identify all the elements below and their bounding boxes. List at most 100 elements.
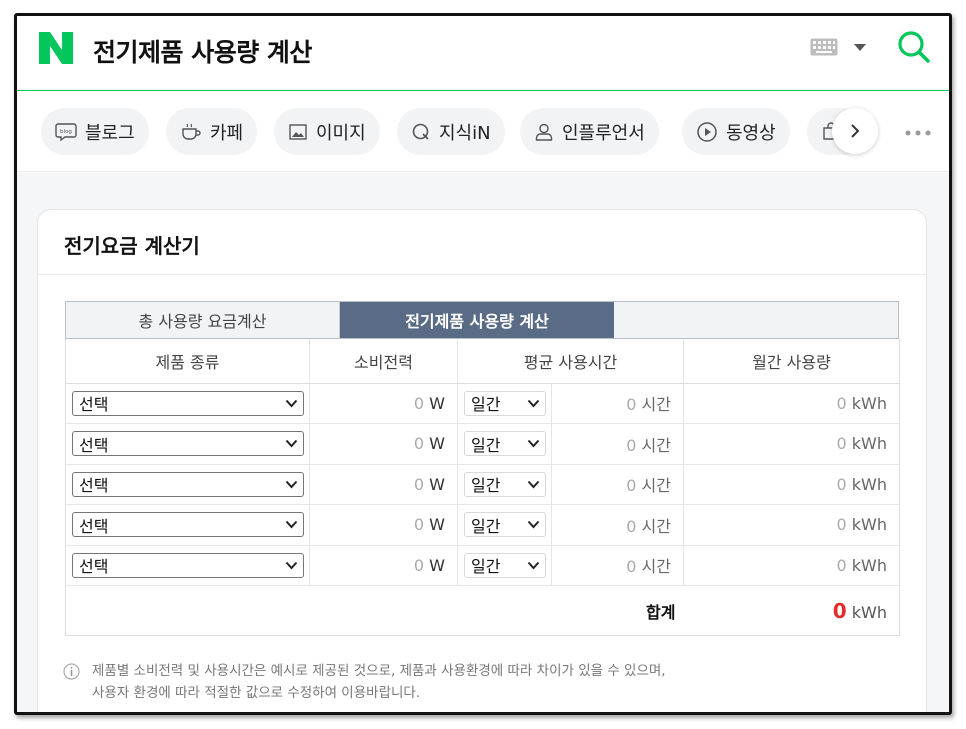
period-select[interactable]: 일간	[464, 471, 546, 497]
product-select[interactable]: 선택	[72, 431, 304, 457]
hours-unit: 시간	[641, 557, 671, 577]
period-select[interactable]: 일간	[464, 512, 546, 538]
total-label: 합계	[65, 585, 684, 636]
power-value: 0	[413, 474, 425, 494]
power-cell[interactable]: 0 W	[309, 504, 458, 546]
chevron-down-icon	[285, 480, 298, 489]
chevron-down-icon	[285, 521, 298, 529]
tab-kin[interactable]: 지식iN	[397, 108, 505, 155]
product-cell: 선택	[65, 545, 310, 586]
monthly-value: 0	[836, 515, 847, 535]
product-cell: 선택	[65, 464, 310, 505]
tab-bar-fill	[614, 302, 898, 338]
tab-video[interactable]: 동영상	[682, 108, 790, 155]
table-row: 선택 0 W 일간 0 시간 0 kWh	[65, 383, 900, 424]
total-cell: 0 kWh	[683, 585, 900, 636]
tab-blog[interactable]: blog 블로그	[41, 108, 149, 155]
product-select[interactable]: 선택	[72, 471, 304, 497]
tab-total-usage[interactable]: 총 사용량 요금계산	[66, 302, 340, 338]
power-cell[interactable]: 0 W	[309, 383, 458, 424]
hours-unit: 시간	[641, 476, 671, 496]
hours-cell[interactable]: 0 시간	[551, 464, 684, 505]
tab-label: 동영상	[726, 122, 776, 144]
power-cell[interactable]: 0 W	[309, 464, 458, 505]
monthly-cell: 0 kWh	[683, 423, 900, 465]
product-select-value: 선택	[79, 516, 109, 536]
svg-text:blog: blog	[60, 129, 72, 135]
search-header: 전기제품 사용량 계산	[17, 16, 949, 91]
chevron-down-icon	[527, 399, 540, 408]
product-select[interactable]: 선택	[72, 512, 304, 538]
chevron-down-icon	[527, 521, 540, 529]
col-header-monthly: 월간 사용량	[683, 339, 900, 384]
chevron-down-icon	[527, 440, 540, 448]
usage-table: 제품 종류 소비전력 평균 사용시간 월간 사용량 선택 0 W 일간 0 시간 0 k…	[65, 339, 900, 636]
monthly-unit: kWh	[851, 474, 887, 494]
info-icon	[63, 663, 80, 680]
period-select[interactable]: 일간	[464, 390, 546, 416]
period-cell: 일간	[457, 383, 552, 424]
hours-value: 0	[626, 435, 637, 455]
power-value: 0	[413, 555, 425, 575]
product-select[interactable]: 선택	[72, 390, 304, 416]
hours-cell[interactable]: 0 시간	[551, 383, 684, 424]
divider	[38, 274, 926, 275]
power-cell[interactable]: 0 W	[309, 545, 458, 586]
period-select[interactable]: 일간	[464, 431, 546, 457]
search-query[interactable]: 전기제품 사용량 계산	[93, 33, 312, 69]
table-row: 선택 0 W 일간 0 시간 0 kWh	[65, 423, 900, 465]
period-select-value: 일간	[471, 516, 501, 536]
monthly-value: 0	[836, 434, 847, 454]
col-header-power: 소비전력	[309, 339, 458, 384]
tab-label: 인플루언서	[562, 122, 645, 144]
hours-value: 0	[626, 516, 637, 536]
more-icon[interactable]	[905, 130, 931, 136]
calculator-card: 전기요금 계산기 총 사용량 요금계산 전기제품 사용량 계산 제품 종류 소비…	[37, 209, 927, 712]
product-select-value: 선택	[79, 476, 109, 496]
period-select[interactable]: 일간	[464, 552, 546, 578]
product-select[interactable]: 선택	[72, 552, 304, 578]
blog-icon: blog	[55, 122, 77, 141]
tabs-next-button[interactable]	[832, 108, 878, 154]
period-select-value: 일간	[471, 395, 501, 415]
calc-tabs: 총 사용량 요금계산 전기제품 사용량 계산	[65, 301, 899, 339]
card-title: 전기요금 계산기	[64, 234, 200, 258]
tab-label: 지식iN	[439, 122, 491, 144]
chevron-down-icon	[285, 440, 298, 448]
monthly-cell: 0 kWh	[683, 504, 900, 546]
power-value: 0	[413, 515, 425, 535]
monthly-cell: 0 kWh	[683, 383, 900, 424]
hours-cell[interactable]: 0 시간	[551, 423, 684, 465]
tab-influencer[interactable]: 인플루언서	[520, 108, 659, 155]
notice: 제품별 소비전력 및 사용시간은 예시로 제공된 것으로, 제품과 사용환경에 …	[63, 660, 666, 704]
product-select-value: 선택	[79, 557, 109, 577]
chevron-down-icon	[527, 480, 540, 489]
period-select-value: 일간	[471, 435, 501, 455]
chevron-down-icon	[285, 561, 298, 570]
period-cell: 일간	[457, 464, 552, 505]
hours-cell[interactable]: 0 시간	[551, 545, 684, 586]
product-select-value: 선택	[79, 435, 109, 455]
tab-label: 이미지	[316, 122, 366, 144]
power-cell[interactable]: 0 W	[309, 423, 458, 465]
search-icon[interactable]	[897, 30, 931, 64]
image-icon	[289, 123, 307, 140]
naver-logo[interactable]	[39, 32, 73, 64]
cup-icon	[182, 123, 201, 140]
monthly-value: 0	[836, 555, 847, 575]
person-icon	[535, 123, 553, 141]
power-unit: W	[429, 434, 445, 454]
tab-appliance-usage[interactable]: 전기제품 사용량 계산	[340, 302, 614, 338]
play-icon	[697, 121, 717, 142]
chevron-down-icon[interactable]	[853, 43, 867, 53]
total-value: 0	[832, 598, 847, 623]
period-select-value: 일간	[471, 476, 501, 496]
hours-value: 0	[626, 476, 637, 496]
tab-image[interactable]: 이미지	[274, 108, 380, 155]
hours-value: 0	[626, 395, 637, 415]
power-unit: W	[429, 393, 445, 413]
keyboard-icon[interactable]	[810, 38, 838, 56]
tab-cafe[interactable]: 카페	[166, 108, 258, 155]
hours-cell[interactable]: 0 시간	[551, 504, 684, 546]
calculator: 총 사용량 요금계산 전기제품 사용량 계산 제품 종류 소비전력 평균 사용시…	[65, 301, 900, 636]
